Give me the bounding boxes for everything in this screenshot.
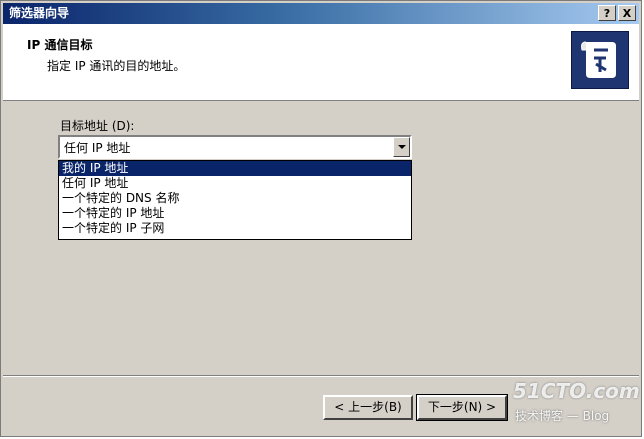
divider <box>3 375 639 377</box>
destination-address-label: 目标地址 (D): <box>60 119 135 133</box>
filter-wizard-icon <box>571 31 629 89</box>
window-title: 筛选器向导 <box>9 6 70 20</box>
filter-wizard-window: 筛选器向导 ? X IP 通信目标 指定 IP 通讯的目的地址。 目标地址 (D… <box>0 0 642 437</box>
next-button[interactable]: 下一步(N) > <box>416 394 508 421</box>
watermark-text: 技术博客 — Blog <box>515 409 610 423</box>
wizard-header: IP 通信目标 指定 IP 通讯的目的地址。 <box>3 24 639 101</box>
title-bar[interactable]: 筛选器向导 ? X <box>3 3 639 24</box>
help-button[interactable]: ? <box>598 5 616 21</box>
selected-value: 任何 IP 地址 <box>64 141 131 155</box>
back-button[interactable]: < 上一步(B) <box>323 395 413 420</box>
chevron-down-icon <box>398 145 406 149</box>
option-specific-ip[interactable]: 一个特定的 IP 地址 <box>59 206 411 221</box>
destination-address-select[interactable]: 任何 IP 地址 <box>58 135 412 159</box>
option-ip-subnet[interactable]: 一个特定的 IP 子网 <box>59 221 411 236</box>
watermark-logo: 51CTO.com <box>513 379 640 403</box>
option-dns-name[interactable]: 一个特定的 DNS 名称 <box>59 191 411 206</box>
option-any-ip[interactable]: 任何 IP 地址 <box>59 176 411 191</box>
header-title: IP 通信目标 <box>27 38 93 52</box>
header-subtitle: 指定 IP 通讯的目的地址。 <box>47 59 186 73</box>
dropdown-button[interactable] <box>393 137 410 157</box>
option-my-ip[interactable]: 我的 IP 地址 <box>59 161 411 176</box>
dropdown-list: 我的 IP 地址 任何 IP 地址 一个特定的 DNS 名称 一个特定的 IP … <box>58 160 412 240</box>
close-button[interactable]: X <box>618 5 636 21</box>
